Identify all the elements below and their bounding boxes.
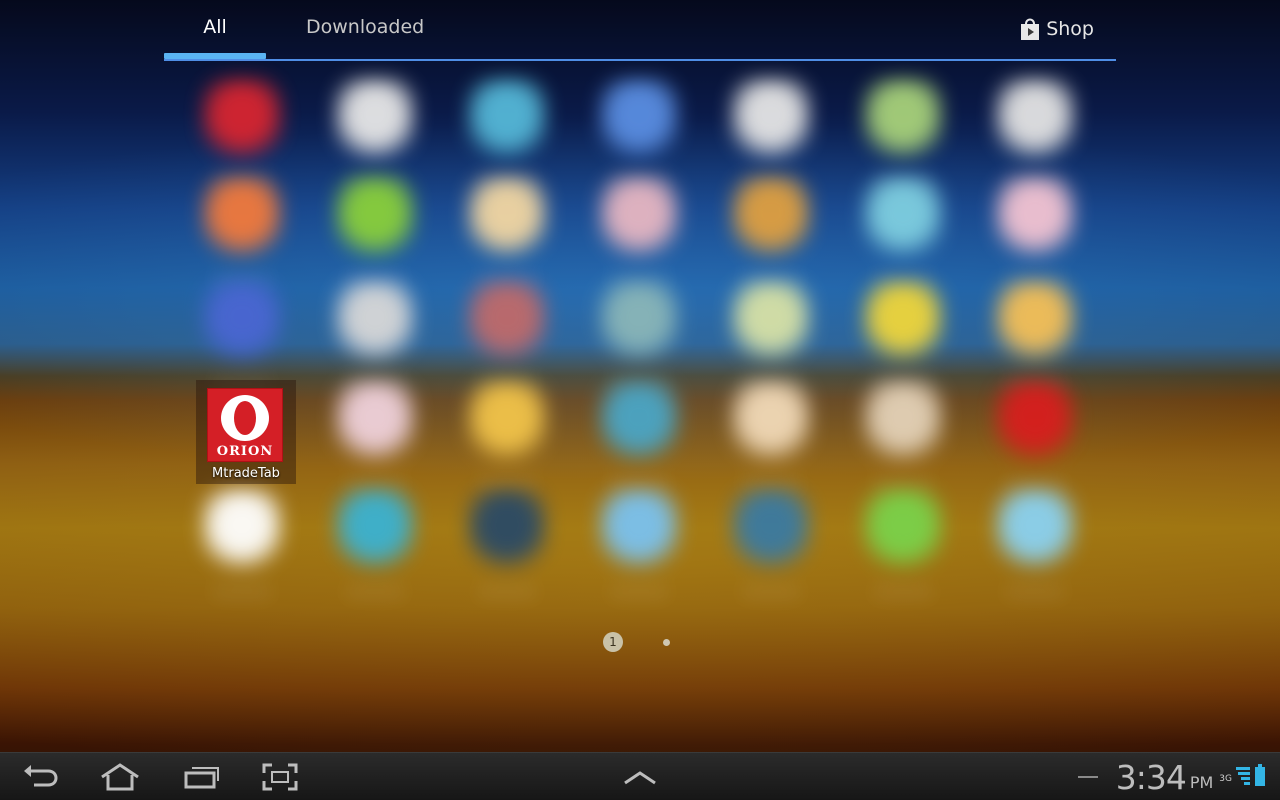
app-icon-blurred[interactable] — [466, 280, 548, 388]
app-icon-blurred[interactable] — [730, 488, 812, 596]
app-icon-blurred[interactable] — [201, 176, 283, 284]
home-icon — [96, 761, 140, 793]
chevron-up-icon — [618, 761, 662, 793]
app-icon-blurred[interactable] — [994, 488, 1076, 596]
signal-icon — [1235, 764, 1251, 790]
drawer-toggle-button[interactable] — [618, 761, 662, 793]
app-icon-blurred[interactable] — [334, 78, 416, 186]
app-icon-blurred[interactable] — [598, 488, 680, 596]
page-indicator: 1 — [0, 632, 1280, 654]
app-icon-blurred[interactable] — [598, 176, 680, 284]
app-icon-blurred[interactable] — [201, 488, 283, 596]
app-icon-blurred[interactable] — [730, 280, 812, 388]
app-icon-blurred[interactable] — [334, 488, 416, 596]
app-icon-blurred[interactable] — [466, 488, 548, 596]
app-icon-blurred[interactable] — [862, 78, 944, 186]
app-icon-blurred[interactable] — [466, 380, 548, 488]
screenshot-icon — [258, 761, 302, 793]
app-icon-blurred[interactable] — [730, 78, 812, 186]
screenshot-button[interactable] — [258, 761, 302, 793]
home-button[interactable] — [96, 761, 140, 793]
app-icon-blurred[interactable] — [466, 176, 548, 284]
app-icon-blurred[interactable] — [994, 280, 1076, 388]
app-icon-blurred[interactable] — [201, 78, 283, 186]
app-icon-blurred[interactable] — [862, 176, 944, 284]
minus-icon — [1077, 776, 1098, 778]
page-dot[interactable] — [663, 639, 670, 646]
app-icon-blurred[interactable] — [730, 176, 812, 284]
app-grid — [0, 0, 1280, 620]
app-icon-blurred[interactable] — [862, 488, 944, 596]
app-icon-blurred[interactable] — [598, 380, 680, 488]
recent-apps-button[interactable] — [180, 761, 224, 793]
app-mtradetab[interactable]: ORION MtradeTab — [196, 380, 296, 484]
page-current-dot[interactable]: 1 — [603, 632, 623, 652]
app-label: MtradeTab — [212, 466, 280, 481]
battery-icon — [1254, 763, 1266, 791]
orion-logo-text: ORION — [216, 444, 274, 459]
app-icon-blurred[interactable] — [334, 280, 416, 388]
orion-logo-icon: ORION — [207, 388, 283, 462]
app-icon-blurred[interactable] — [598, 78, 680, 186]
recent-apps-icon — [180, 761, 224, 793]
status-area[interactable]: 3:34 PM 3G — [1077, 753, 1266, 800]
app-icon-blurred[interactable] — [334, 176, 416, 284]
back-button[interactable] — [18, 761, 62, 793]
app-icon-blurred[interactable] — [862, 280, 944, 388]
orion-o-letter — [221, 395, 269, 441]
app-icon-blurred[interactable] — [994, 176, 1076, 284]
app-icon-blurred[interactable] — [862, 380, 944, 488]
app-icon-blurred[interactable] — [466, 78, 548, 186]
app-icon-blurred[interactable] — [334, 380, 416, 488]
network-type: 3G — [1219, 774, 1232, 784]
system-bar: 3:34 PM 3G — [0, 752, 1280, 800]
app-icon-blurred[interactable] — [201, 280, 283, 388]
clock-ampm: PM — [1189, 772, 1214, 792]
app-icon-blurred[interactable] — [994, 380, 1076, 488]
app-icon-blurred[interactable] — [598, 280, 680, 388]
app-icon-blurred[interactable] — [994, 78, 1076, 186]
clock-time: 3:34 — [1115, 757, 1187, 797]
app-icon-blurred[interactable] — [730, 380, 812, 488]
back-icon — [18, 761, 62, 793]
